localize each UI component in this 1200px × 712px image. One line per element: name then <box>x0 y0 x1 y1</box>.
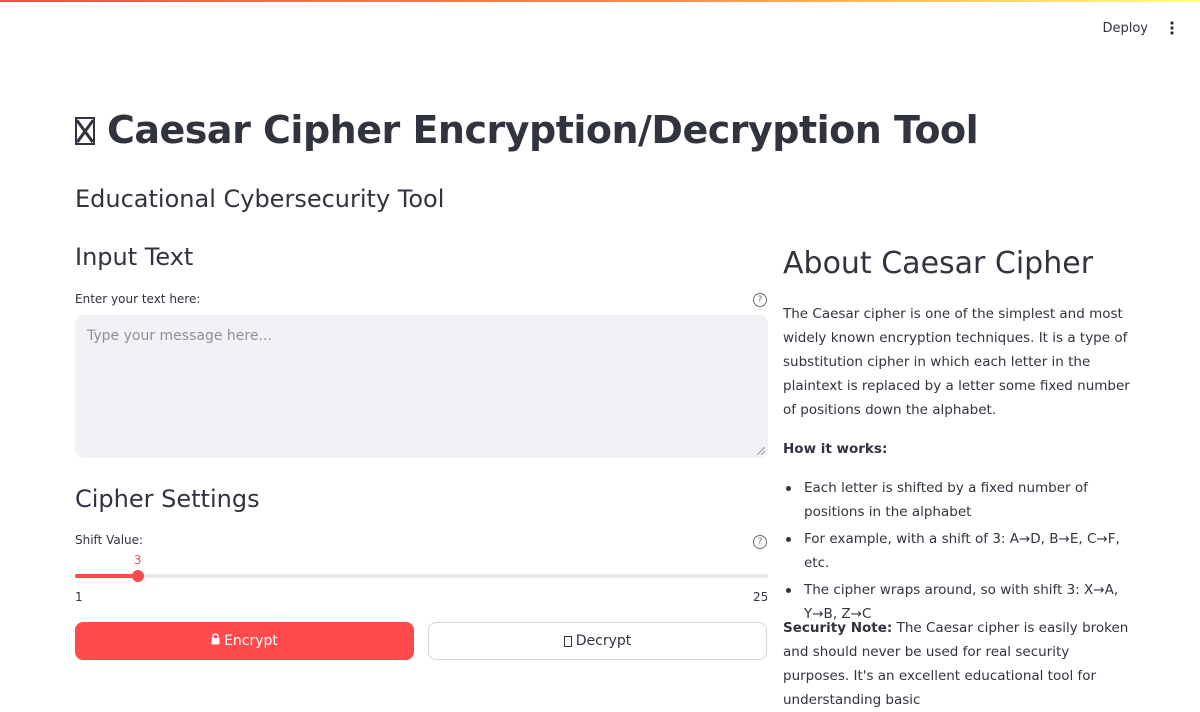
decrypt-button-label: Decrypt <box>575 633 632 649</box>
kebab-menu-icon[interactable] <box>1164 18 1180 38</box>
slider-current-value: 3 <box>133 553 142 567</box>
list-item: For example, with a shift of 3: A→D, B→E… <box>783 527 1133 575</box>
missing-glyph-icon <box>563 635 572 647</box>
slider-min-label: 1 <box>75 590 83 604</box>
page-title-text: Caesar Cipher Encryption/Decryption Tool <box>107 108 979 152</box>
shift-value-label: Shift Value: <box>75 533 144 547</box>
message-placeholder: Type your message here... <box>87 328 272 344</box>
security-note: Security Note: The Caesar cipher is easi… <box>783 616 1133 712</box>
slider-max-label: 25 <box>753 590 769 604</box>
page-subtitle: Educational Cybersecurity Tool <box>75 185 445 213</box>
how-it-works-heading: How it works: <box>783 441 888 457</box>
input-text-heading: Input Text <box>75 243 194 271</box>
about-intro: The Caesar cipher is one of the simplest… <box>783 306 1130 418</box>
page-title: Caesar Cipher Encryption/Decryption Tool <box>75 108 979 152</box>
encrypt-button-label: Encrypt <box>224 633 278 649</box>
message-textarea[interactable]: Type your message here... <box>75 315 768 458</box>
list-item: Each letter is shifted by a fixed number… <box>783 476 1133 524</box>
cipher-settings-heading: Cipher Settings <box>75 485 260 513</box>
top-toolbar: Deploy <box>1094 18 1180 38</box>
lock-icon <box>211 633 220 649</box>
shift-slider-thumb[interactable] <box>131 570 144 582</box>
decrypt-button[interactable]: Decrypt <box>428 622 767 660</box>
security-note-label: Security Note: <box>783 620 893 636</box>
input-text-label: Enter your text here: <box>75 292 201 306</box>
shift-slider-track[interactable] <box>75 574 768 578</box>
about-heading: About Caesar Cipher <box>783 246 1094 281</box>
header-decoration-bar <box>0 0 1200 2</box>
deploy-button[interactable]: Deploy <box>1094 19 1156 38</box>
input-help-icon[interactable]: ? <box>753 293 767 307</box>
missing-glyph-icon <box>75 117 95 145</box>
how-it-works-list: Each letter is shifted by a fixed number… <box>783 476 1133 629</box>
shift-slider-fill <box>75 574 138 578</box>
encrypt-button[interactable]: Encrypt <box>75 622 414 660</box>
resize-handle-icon[interactable] <box>757 447 765 455</box>
shift-help-icon[interactable]: ? <box>753 535 767 549</box>
